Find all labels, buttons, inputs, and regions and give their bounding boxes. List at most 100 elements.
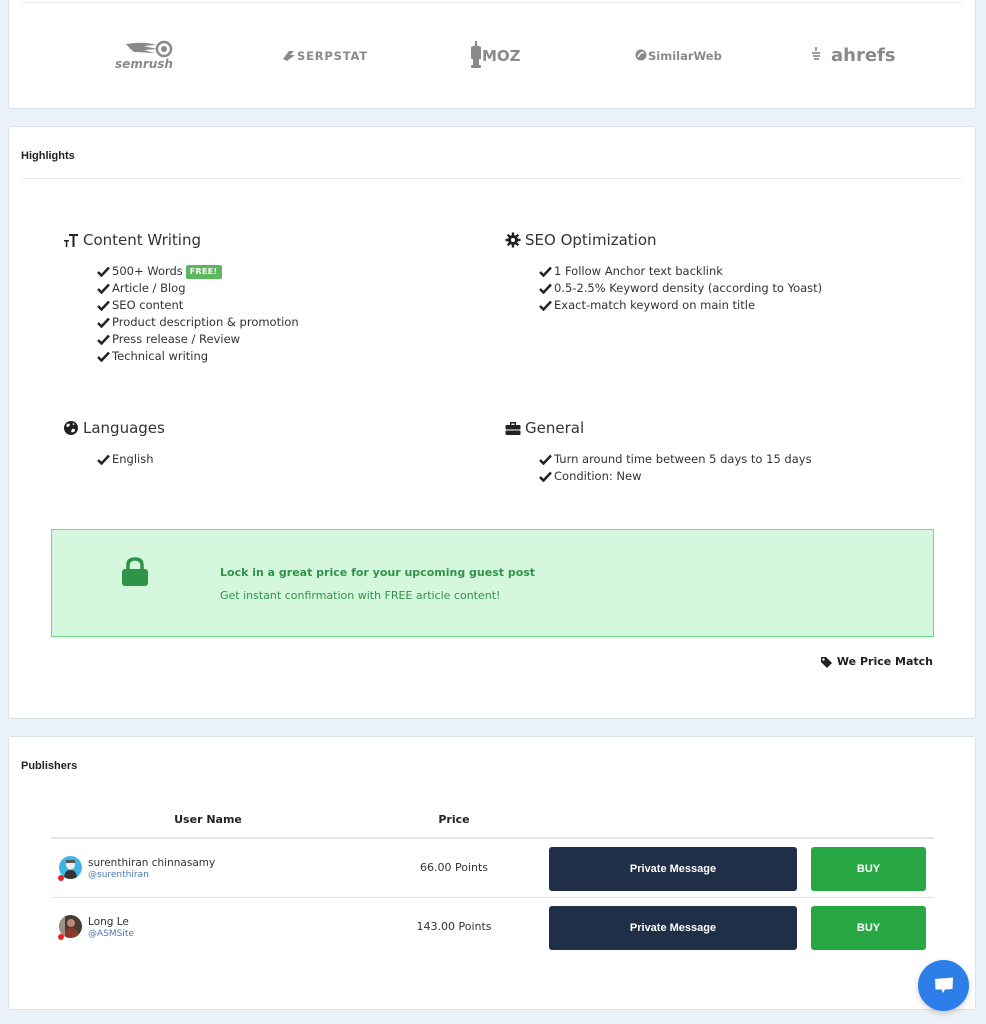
user-name: Long Le: [88, 916, 129, 928]
seo-optimization-heading: SEO Optimization: [505, 230, 657, 250]
tool-logos: semrush SERPSTAT MOZ SimilarWeb ahrefs: [9, 35, 975, 75]
list-item: Exact-match keyword on main title: [539, 297, 822, 314]
content-writing-list: 500+ Words FREE! Article / Blog SEO conte…: [97, 263, 299, 365]
private-message-button[interactable]: Private Message: [549, 847, 797, 891]
free-badge: FREE!: [185, 264, 222, 279]
similarweb-logo: SimilarWeb: [635, 35, 735, 75]
list-item: Product description & promotion: [97, 314, 299, 331]
chat-button[interactable]: [918, 960, 969, 1011]
list-item: SEO content: [97, 297, 299, 314]
table-row: Long Le @ASMSite 143.00 Points Private M…: [51, 898, 934, 956]
list-item: English: [97, 451, 154, 468]
svg-text:SimilarWeb: SimilarWeb: [648, 49, 722, 63]
check-icon: [97, 351, 110, 362]
highlights-card: Highlights Content Writing 500+ Words FRE…: [8, 126, 976, 719]
divider: [21, 178, 963, 179]
svg-text:MOZ: MOZ: [482, 47, 521, 65]
content-writing-heading: Content Writing: [63, 230, 201, 250]
heading-text: Content Writing: [83, 231, 201, 249]
heading-text: General: [525, 419, 585, 437]
item-text: Turn around time between 5 days to 15 da…: [554, 452, 812, 466]
price-match-text: We Price Match: [836, 655, 933, 668]
check-icon: [539, 454, 552, 465]
divider: [21, 2, 963, 3]
semrush-logo: semrush: [104, 35, 184, 75]
seo-optimization-group: SEO Optimization 1 Follow Anchor text ba…: [505, 230, 822, 312]
promo-subtitle: Get instant confirmation with FREE artic…: [220, 589, 501, 602]
item-text: Article / Blog: [112, 281, 186, 295]
list-item: Press release / Review: [97, 331, 299, 348]
list-item: 1 Follow Anchor text backlink: [539, 263, 822, 280]
moz-logo: MOZ: [469, 35, 533, 75]
tag-icon: [820, 656, 832, 668]
item-text: Press release / Review: [112, 332, 241, 346]
languages-group: Languages English: [63, 418, 165, 466]
serpstat-logo: SERPSTAT: [281, 35, 371, 75]
user-handle[interactable]: @surenthiran: [88, 870, 149, 880]
list-item: 500+ Words FREE!: [97, 263, 299, 280]
list-item: Turn around time between 5 days to 15 da…: [539, 451, 812, 468]
list-item: Technical writing: [97, 348, 299, 365]
private-message-button[interactable]: Private Message: [549, 906, 797, 950]
check-icon: [97, 300, 110, 311]
price: 143.00 Points: [416, 920, 492, 933]
check-icon: [97, 334, 110, 345]
general-heading: General: [505, 418, 584, 438]
check-icon: [539, 283, 552, 294]
column-price: Price: [438, 813, 470, 826]
seo-optimization-list: 1 Follow Anchor text backlink 0.5-2.5% K…: [539, 263, 822, 314]
promo-title: Lock in a great price for your upcoming …: [220, 566, 536, 579]
gear-icon: [505, 232, 521, 248]
check-icon: [97, 317, 110, 328]
price-match-link[interactable]: We Price Match: [820, 655, 933, 668]
list-item: Condition: New: [539, 468, 812, 485]
price: 66.00 Points: [419, 861, 489, 874]
price-lock-promo: Lock in a great price for your upcoming …: [51, 529, 934, 637]
languages-heading: Languages: [63, 418, 165, 438]
item-text: Product description & promotion: [112, 315, 299, 329]
content-writing-group: Content Writing 500+ Words FREE! Article …: [63, 230, 299, 363]
publishers-title: Publishers: [21, 760, 78, 772]
item-text: Condition: New: [554, 469, 642, 483]
check-icon: [97, 454, 110, 465]
briefcase-icon: [505, 420, 521, 436]
svg-text:ahrefs: ahrefs: [831, 45, 896, 66]
svg-text:semrush: semrush: [115, 57, 173, 71]
publishers-table: User Name Price surenthiran chinnasamy @…: [51, 807, 934, 956]
check-icon: [539, 300, 552, 311]
item-text: Technical writing: [112, 349, 209, 363]
general-group: General Turn around time between 5 days …: [505, 418, 812, 483]
check-icon: [97, 283, 110, 294]
text-height-icon: [63, 232, 79, 248]
status-dot: [58, 875, 64, 881]
lock-icon: [121, 557, 149, 591]
general-list: Turn around time between 5 days to 15 da…: [539, 451, 812, 485]
list-item: Article / Blog: [97, 280, 299, 297]
item-text: 1 Follow Anchor text backlink: [554, 264, 723, 278]
languages-list: English: [97, 451, 154, 468]
heading-text: SEO Optimization: [525, 231, 657, 249]
ahrefs-logo: ahrefs: [809, 35, 909, 75]
check-icon: [97, 266, 110, 277]
user-name: surenthiran chinnasamy: [88, 857, 216, 869]
column-user-name: User Name: [174, 813, 242, 826]
item-text: SEO content: [112, 298, 184, 312]
heading-text: Languages: [83, 419, 165, 437]
table-row: surenthiran chinnasamy @surenthiran 66.0…: [51, 839, 934, 898]
list-item: 0.5-2.5% Keyword density (according to Y…: [539, 280, 822, 297]
publishers-card: Publishers User Name Price surenthiran c…: [8, 736, 976, 1010]
check-icon: [539, 266, 552, 277]
item-text: 0.5-2.5% Keyword density (according to Y…: [554, 281, 823, 295]
table-header: User Name Price: [51, 807, 934, 839]
status-dot: [58, 934, 64, 940]
chat-bubble-icon: [934, 977, 953, 993]
buy-button[interactable]: BUY: [811, 906, 926, 950]
globe-icon: [63, 420, 79, 436]
svg-text:SERPSTAT: SERPSTAT: [297, 49, 368, 63]
item-text: English: [112, 452, 154, 466]
item-text: 500+ Words: [112, 264, 183, 278]
user-handle[interactable]: @ASMSite: [88, 929, 134, 939]
item-text: Exact-match keyword on main title: [554, 298, 756, 312]
highlights-title: Highlights: [21, 150, 75, 162]
buy-button[interactable]: BUY: [811, 847, 926, 891]
